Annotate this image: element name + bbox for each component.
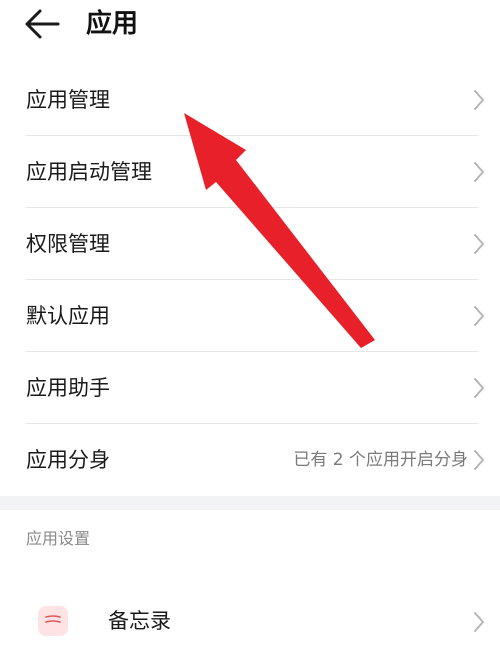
settings-item-label: 应用启动管理 [26,160,152,184]
arrow-left-icon [25,9,60,39]
back-button[interactable] [22,6,62,42]
chevron-right-icon [474,378,484,398]
section-gap [0,496,500,510]
settings-item-app-twin[interactable]: 应用分身 已有 2 个应用开启分身 [0,424,500,496]
settings-item-label: 应用管理 [26,88,110,112]
chevron-right-icon [474,162,484,182]
settings-item-default-apps[interactable]: 默认应用 [0,280,500,352]
settings-item-permission-management[interactable]: 权限管理 [0,208,500,280]
app-item-memo[interactable]: 备忘录 [0,590,500,650]
settings-item-app-launch-management[interactable]: 应用启动管理 [0,136,500,208]
settings-item-app-management[interactable]: 应用管理 [0,64,500,136]
settings-item-label: 应用助手 [26,376,110,400]
page-title: 应用 [86,9,139,39]
chevron-right-icon [474,306,484,326]
memo-icon [38,606,68,636]
settings-item-app-assistant[interactable]: 应用助手 [0,352,500,424]
settings-item-label: 默认应用 [26,304,110,328]
settings-item-label: 权限管理 [26,232,110,256]
chevron-right-icon [474,90,484,110]
app-settings-screen: 应用 应用管理 应用启动管理 权限管理 默认应用 应用助手 应用分身 已有 2 … [0,0,500,650]
settings-item-label: 应用分身 [26,448,110,472]
header: 应用 [0,0,500,50]
settings-item-value: 已有 2 个应用开启分身 [293,450,468,470]
chevron-right-icon [474,450,484,470]
app-item-label: 备忘录 [108,609,171,633]
chevron-right-icon [474,612,484,632]
settings-list: 应用管理 应用启动管理 权限管理 默认应用 应用助手 应用分身 已有 2 个应用… [0,64,500,496]
chevron-right-icon [474,234,484,254]
section-header: 应用设置 [26,529,91,548]
